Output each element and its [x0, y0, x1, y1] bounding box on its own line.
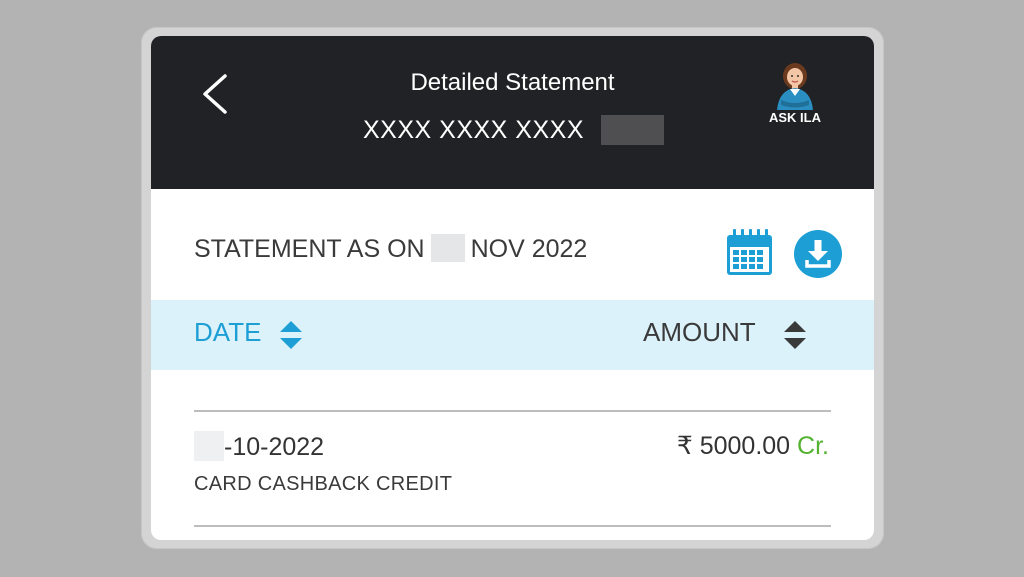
- statement-prefix: STATEMENT AS ON: [194, 235, 425, 263]
- download-button[interactable]: [793, 229, 843, 279]
- ask-ila-avatar-icon: [777, 63, 813, 110]
- date-sort-button[interactable]: [278, 319, 304, 356]
- transaction-date-text: -10-2022: [224, 433, 325, 461]
- redacted-card-digits: [601, 115, 664, 145]
- date-column-header[interactable]: DATE: [194, 317, 261, 348]
- calendar-button[interactable]: [724, 227, 775, 278]
- redacted-day: [194, 431, 224, 461]
- statement-date-row: STATEMENT AS ON NOV 2022: [194, 234, 587, 264]
- ask-ila-label: ASK ILA: [769, 110, 821, 125]
- transaction-amount: ₹ 5000.00 Cr.: [677, 431, 829, 461]
- amount-column-header[interactable]: AMOUNT: [643, 317, 756, 348]
- transaction-amount-value: ₹ 5000.00: [676, 432, 791, 460]
- credit-indicator: Cr.: [797, 432, 829, 460]
- ask-ila-button[interactable]: ASK ILA: [755, 60, 835, 130]
- divider: [194, 410, 831, 412]
- sort-icon: [784, 321, 806, 349]
- app-screen: Detailed Statement XXXX XXXX XXXX ASK IL…: [151, 36, 874, 540]
- sort-icon: [280, 321, 302, 349]
- calendar-icon: [727, 229, 772, 275]
- masked-card-number: XXXX XXXX XXXX: [363, 116, 584, 144]
- app-header: Detailed Statement XXXX XXXX XXXX ASK IL…: [151, 36, 874, 189]
- divider: [194, 525, 831, 527]
- redacted-day: [430, 234, 465, 262]
- statement-month-year: NOV 2022: [470, 235, 588, 263]
- transaction-description: CARD CASHBACK CREDIT: [194, 473, 453, 495]
- download-icon: [794, 230, 842, 278]
- transaction-date: -10-2022: [194, 431, 324, 462]
- amount-sort-button[interactable]: [782, 319, 808, 356]
